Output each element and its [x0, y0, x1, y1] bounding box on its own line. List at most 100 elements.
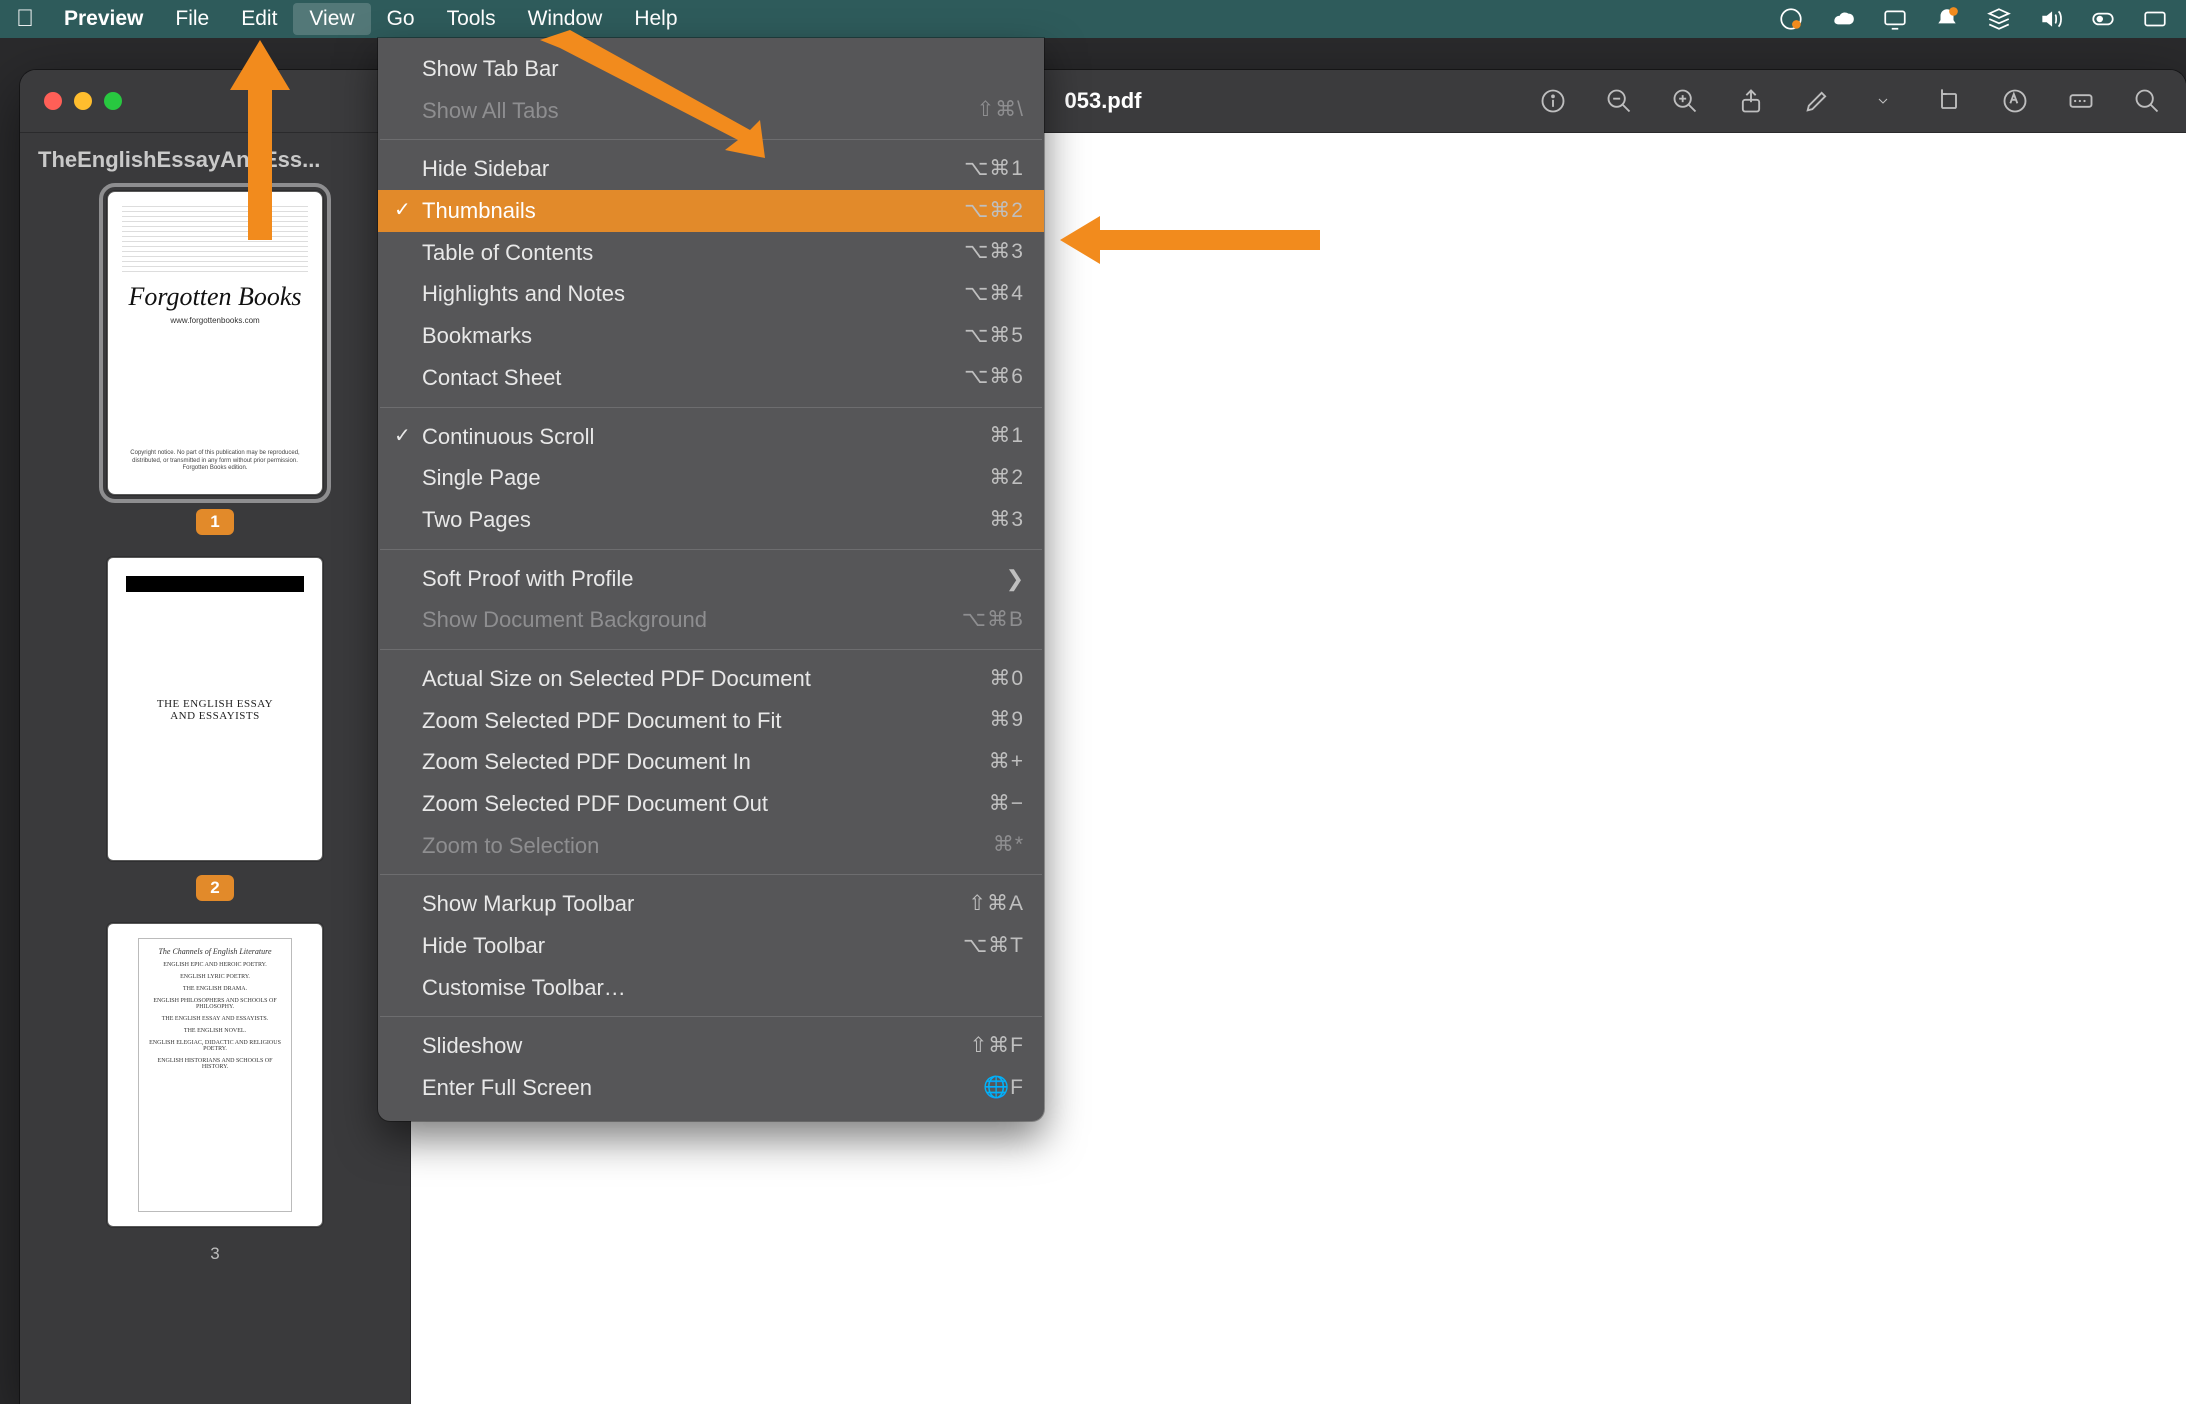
close-window-button[interactable]	[44, 92, 62, 110]
thumbnail-title: THE ENGLISH ESSAY AND ESSAYISTS	[108, 698, 322, 722]
menu-item-hide-sidebar[interactable]: Hide Sidebar⌥⌘1	[378, 148, 1044, 190]
menu-item-highlights-and-notes[interactable]: Highlights and Notes⌥⌘4	[378, 273, 1044, 315]
menu-item-label: Bookmarks	[422, 321, 964, 351]
markup-icon[interactable]	[1802, 86, 1832, 116]
keyboard-shortcut: ⌘1	[989, 422, 1024, 450]
thumbnail-logo: Forgotten Books	[108, 282, 322, 312]
menu-view[interactable]: View	[293, 3, 370, 35]
form-fields-icon[interactable]	[2066, 86, 2096, 116]
menu-item-label: Highlights and Notes	[422, 279, 964, 309]
menu-separator	[380, 649, 1042, 650]
menu-item-slideshow[interactable]: Slideshow⇧⌘F	[378, 1025, 1044, 1067]
keyboard-shortcut: ⌘+	[989, 748, 1024, 776]
keyboard-shortcut: ⌘*	[993, 831, 1024, 859]
menubar-left:  Preview File Edit View Go Tools Window…	[12, 3, 694, 35]
thumbnail-number: 3	[196, 1241, 234, 1267]
thumbnail-page-2[interactable]: THE ENGLISH ESSAY AND ESSAYISTS	[107, 557, 323, 861]
menu-item-label: Show All Tabs	[422, 96, 977, 126]
menu-item-label: Slideshow	[422, 1031, 970, 1061]
thumbnail-bar	[126, 576, 304, 592]
minimize-window-button[interactable]	[74, 92, 92, 110]
keyboard-shortcut: ⌥⌘3	[964, 238, 1024, 266]
menu-item-label: Table of Contents	[422, 238, 964, 268]
zoom-window-button[interactable]	[104, 92, 122, 110]
menu-file[interactable]: File	[159, 3, 225, 35]
menu-tools[interactable]: Tools	[431, 3, 512, 35]
menu-window[interactable]: Window	[512, 3, 619, 35]
view-menu-dropdown: Show Tab Bar Show All Tabs⇧⌘\ Hide Sidebar…	[378, 38, 1044, 1121]
menu-item-label: Actual Size on Selected PDF Document	[422, 664, 989, 694]
menu-item-thumbnails[interactable]: ✓Thumbnails⌥⌘2	[378, 190, 1044, 232]
menu-item-soft-proof-with-profile[interactable]: Soft Proof with Profile❯	[378, 558, 1044, 600]
menu-item-customise-toolbar[interactable]: Customise Toolbar…	[378, 967, 1044, 1009]
menubar-extra-icon[interactable]	[2142, 6, 2168, 32]
thumbnail-page-1[interactable]: Forgotten Books www.forgottenbooks.com C…	[107, 191, 323, 495]
control-center-icon[interactable]	[2090, 6, 2116, 32]
menu-item-label: Thumbnails	[422, 196, 964, 226]
menu-item-zoom-selected-pdf-document-in[interactable]: Zoom Selected PDF Document In⌘+	[378, 741, 1044, 783]
thumbnail-list[interactable]: Forgotten Books www.forgottenbooks.com C…	[20, 183, 410, 1404]
notifications-icon[interactable]	[1934, 6, 1960, 32]
titlebar: 053.pdf	[20, 70, 2186, 133]
menu-help[interactable]: Help	[618, 3, 693, 35]
menu-item-continuous-scroll[interactable]: ✓ Continuous Scroll⌘1	[378, 416, 1044, 458]
thumbnail-page-3[interactable]: The Channels of English Literature ENGLI…	[107, 923, 323, 1227]
menu-go[interactable]: Go	[371, 3, 431, 35]
menu-item-show-markup-toolbar[interactable]: Show Markup Toolbar⇧⌘A	[378, 883, 1044, 925]
menubar:  Preview File Edit View Go Tools Window…	[0, 0, 2186, 38]
thumbnail-item[interactable]: The Channels of English Literature ENGLI…	[20, 923, 410, 1267]
menu-item-bookmarks[interactable]: Bookmarks⌥⌘5	[378, 315, 1044, 357]
menu-item-table-of-contents[interactable]: Table of Contents⌥⌘3	[378, 232, 1044, 274]
thumbnail-item[interactable]: Forgotten Books www.forgottenbooks.com C…	[20, 191, 410, 535]
thumbnail-url: www.forgottenbooks.com	[108, 316, 322, 325]
zoom-out-icon[interactable]	[1604, 86, 1634, 116]
share-icon[interactable]	[1736, 86, 1766, 116]
menu-item-single-page[interactable]: Single Page⌘2	[378, 457, 1044, 499]
window-body: TheEnglishEssayAndEss... Forgotten Books…	[20, 133, 2186, 1404]
menu-item-two-pages[interactable]: Two Pages⌘3	[378, 499, 1044, 541]
check-icon: ✓	[394, 423, 411, 450]
search-icon[interactable]	[2132, 86, 2162, 116]
menu-item-zoom-selected-pdf-document-out[interactable]: Zoom Selected PDF Document Out⌘−	[378, 783, 1044, 825]
menu-item-show-document-background: Show Document Background⌥⌘B	[378, 599, 1044, 641]
keyboard-shortcut: ⌥⌘5	[964, 322, 1024, 350]
markup-dropdown-icon[interactable]	[1868, 86, 1898, 116]
stacks-icon[interactable]	[1986, 6, 2012, 32]
menu-item-show-tab-bar[interactable]: Show Tab Bar	[378, 48, 1044, 90]
record-icon[interactable]	[1778, 6, 1804, 32]
menu-item-label: Continuous Scroll	[422, 422, 989, 452]
menu-item-label: Contact Sheet	[422, 363, 964, 393]
menubar-app[interactable]: Preview	[48, 3, 159, 35]
menu-item-hide-toolbar[interactable]: Hide Toolbar⌥⌘T	[378, 925, 1044, 967]
info-icon[interactable]	[1538, 86, 1568, 116]
thumbnail-item[interactable]: THE ENGLISH ESSAY AND ESSAYISTS 2	[20, 557, 410, 901]
menu-item-label: Soft Proof with Profile	[422, 564, 1006, 594]
menu-item-enter-full-screen[interactable]: Enter Full Screen🌐F	[378, 1067, 1044, 1109]
apple-menu[interactable]: 	[12, 5, 48, 33]
menu-item-label: Zoom Selected PDF Document In	[422, 747, 989, 777]
cloud-sync-icon[interactable]	[1830, 6, 1856, 32]
highlight-icon[interactable]	[2000, 86, 2030, 116]
keyboard-shortcut: ⇧⌘A	[968, 890, 1024, 918]
volume-icon[interactable]	[2038, 6, 2064, 32]
menu-edit[interactable]: Edit	[225, 3, 293, 35]
menu-separator	[380, 874, 1042, 875]
menu-item-contact-sheet[interactable]: Contact Sheet⌥⌘6	[378, 357, 1044, 399]
menu-item-label: Customise Toolbar…	[422, 973, 1024, 1003]
keyboard-shortcut: ⌘0	[989, 665, 1024, 693]
menu-item-zoom-selected-pdf-document-to-fit[interactable]: Zoom Selected PDF Document to Fit⌘9	[378, 700, 1044, 742]
menu-item-label: Enter Full Screen	[422, 1073, 983, 1103]
menu-item-actual-size-on-selected-pdf-document[interactable]: Actual Size on Selected PDF Document⌘0	[378, 658, 1044, 700]
window-controls	[20, 92, 122, 110]
keyboard-shortcut: ⇧⌘\	[977, 96, 1024, 124]
thumbnail-toc: The Channels of English Literature ENGLI…	[138, 938, 292, 1212]
thumbnail-fineprint: Copyright notice. No part of this public…	[126, 450, 304, 472]
screen-mirror-icon[interactable]	[1882, 6, 1908, 32]
sidebar: TheEnglishEssayAndEss... Forgotten Books…	[20, 133, 411, 1404]
menu-separator	[380, 1016, 1042, 1017]
keyboard-shortcut: ⌥⌘4	[964, 280, 1024, 308]
zoom-in-icon[interactable]	[1670, 86, 1700, 116]
keyboard-shortcut: ⌥⌘2	[964, 197, 1024, 225]
rotate-icon[interactable]	[1934, 86, 1964, 116]
keyboard-shortcut: ⌘−	[989, 790, 1024, 818]
